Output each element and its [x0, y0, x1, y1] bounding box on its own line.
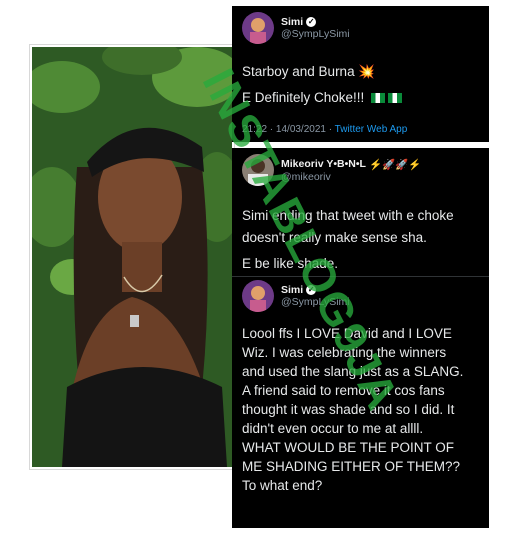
simi-avatar[interactable]	[242, 12, 274, 44]
divider	[232, 276, 489, 277]
woman-photo	[30, 45, 234, 469]
response-line: WHAT WOULD BE THE POINT OF	[242, 440, 455, 455]
user-handle[interactable]: @SympLySimi	[281, 28, 350, 40]
nigeria-flag-icon	[371, 93, 386, 104]
verified-icon: ✓	[306, 17, 317, 27]
response-line: Loool ffs I LOVE David and I LOVE	[242, 326, 452, 341]
verified-icon: ✓	[306, 285, 317, 295]
response-line: To what end?	[242, 478, 323, 493]
user-handle[interactable]: @SympLySimi	[281, 296, 350, 308]
tweet-thread-card: Mikeoriv Y•B•N•L ⚡🚀🚀⚡ @mikeoriv Simi endi…	[232, 148, 489, 528]
response-line: A friend said to remove it cos fans	[242, 383, 445, 398]
response-line: thought it was shade and so I did. It	[242, 402, 455, 417]
simi-avatar[interactable]	[242, 280, 274, 312]
tweet-line-1: Starboy and Burna	[242, 64, 359, 79]
tweet-card-simi-1[interactable]: Simi ✓ @SympLySimi Starboy and Burna 💥 E …	[232, 6, 489, 142]
user-handle[interactable]: @mikeoriv	[281, 171, 421, 183]
tweet-line-2: E Definitely Choke!!!	[242, 90, 369, 105]
name-emojis: ⚡🚀🚀⚡	[368, 158, 422, 171]
tweet-meta: 21:22 · 14/03/2021 · Twitter Web App	[242, 124, 407, 135]
response-text: Loool ffs I LOVE David and I LOVE Wiz. I…	[242, 324, 463, 495]
response-line: and used the slang just as a SLANG.	[242, 364, 464, 379]
user-name[interactable]: Simi	[281, 16, 303, 28]
reply-line-3: E be like shade.	[242, 256, 339, 271]
tweet-text: Starboy and Burna 💥	[242, 62, 375, 81]
user-name[interactable]: Mikeoriv Y•B•N•L	[281, 158, 366, 170]
tweet-line-2-wrap: E Definitely Choke!!!	[242, 88, 403, 107]
response-line: didn't even occur to me at allll.	[242, 421, 424, 436]
tweet-timestamp: 21:22 · 14/03/2021 ·	[242, 124, 335, 135]
reply-line-2: doesn't really make sense sha.	[242, 230, 427, 245]
response-line: ME SHADING EITHER OF THEM??	[242, 459, 461, 474]
reply-line-1: Simi ending that tweet with e choke	[242, 208, 454, 223]
explosion-emoji: 💥	[358, 64, 376, 79]
tweet-client-link[interactable]: Twitter Web App	[335, 124, 408, 135]
mikeoriv-avatar[interactable]	[242, 154, 274, 186]
response-line: Wiz. I was celebrating the winners	[242, 345, 447, 360]
user-name[interactable]: Simi	[281, 284, 303, 296]
nigeria-flag-icon	[388, 93, 403, 104]
